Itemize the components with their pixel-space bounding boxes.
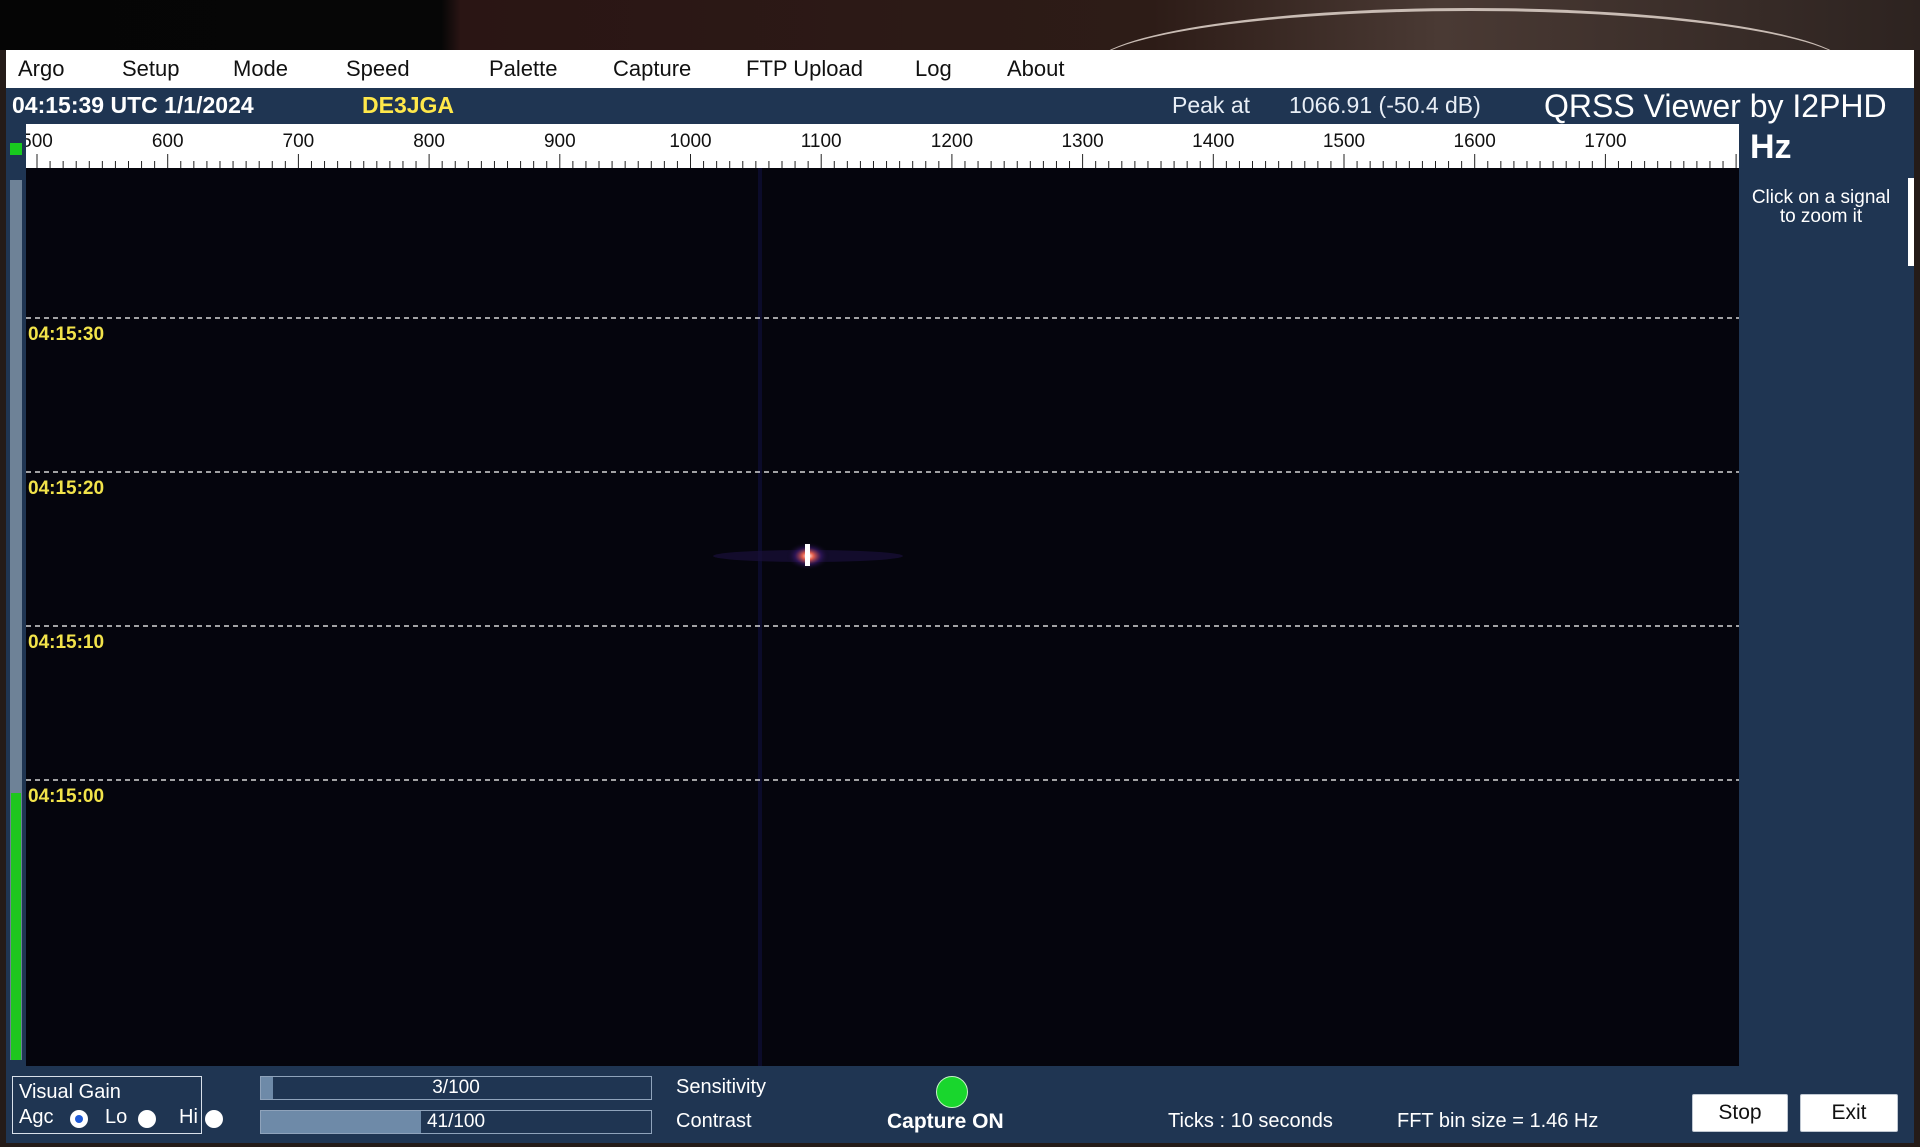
menu-capture[interactable]: Capture [613, 56, 691, 82]
scale-tick-label: 1200 [931, 131, 973, 152]
peak-value: 1066.91 (-50.4 dB) [1289, 92, 1481, 118]
scale-tick-label: 1100 [801, 131, 842, 152]
ticks-info: Ticks : 10 seconds [1168, 1110, 1333, 1132]
agc-radio[interactable] [70, 1110, 88, 1128]
sensitivity-value: 3/100 [432, 1077, 480, 1098]
zoom-hint: Click on a signal to zoom it [1751, 187, 1891, 227]
contrast-slider[interactable]: 41/100 [260, 1110, 652, 1134]
sensitivity-slider[interactable]: 3/100 [260, 1076, 652, 1100]
scale-tick-label: 600 [152, 131, 184, 152]
menu-mode[interactable]: Mode [233, 56, 288, 82]
time-mark-label: 04:15:00 [28, 786, 104, 807]
control-footer: Visual Gain Agc Lo Hi 3/100 Sensitivity … [6, 1066, 1914, 1143]
app-title: QRSS Viewer by I2PHD [1544, 88, 1887, 124]
side-panel-tab[interactable] [1908, 178, 1914, 266]
time-mark-label: 04:15:20 [28, 478, 104, 499]
lo-label: Lo [105, 1106, 128, 1128]
contrast-value: 41/100 [426, 1111, 486, 1132]
menu-about[interactable]: About [1007, 56, 1065, 82]
visual-gain-group: Visual Gain Agc Lo Hi [12, 1076, 223, 1134]
stop-button[interactable]: Stop [1692, 1094, 1788, 1132]
sensitivity-label: Sensitivity [676, 1076, 767, 1098]
capture-status-led[interactable] [936, 1076, 968, 1108]
menu-bar: Argo Setup Mode Speed Palette Capture FT… [6, 50, 1914, 88]
time-mark-label: 04:15:30 [28, 324, 104, 345]
fft-bin-info: FFT bin size = 1.46 Hz [1397, 1110, 1599, 1132]
visual-gain-title: Visual Gain [19, 1081, 121, 1103]
scale-tick-label: 800 [413, 131, 445, 152]
contrast-label: Contrast [676, 1110, 752, 1132]
scale-tick-label: 1500 [1323, 131, 1365, 152]
scale-tick-label: 1600 [1454, 131, 1496, 152]
scale-tick-label: 700 [283, 131, 315, 152]
menu-palette[interactable]: Palette [489, 56, 558, 82]
scale-tick-label: 1400 [1192, 131, 1234, 152]
callsign-label: DE3JGA [362, 92, 455, 118]
scale-unit: Hz [1750, 128, 1792, 166]
status-header: 04:15:39 UTC 1/1/2024 DE3JGA Peak at 106… [6, 88, 1914, 124]
time-mark-label: 04:15:10 [28, 632, 104, 653]
agc-radio-dot [75, 1115, 83, 1123]
exit-button[interactable]: Exit [1800, 1094, 1898, 1132]
frequency-scale-svg: 500 600 700 800 900 1000 1100 1200 1300 1400 1500 1… [26, 131, 1737, 168]
waterfall-display[interactable]: 04:15:30 04:15:20 04:15:10 04:15:00 [26, 168, 1739, 1066]
scale-tick-label: 1000 [669, 131, 711, 152]
scale-tick-label: 500 [26, 131, 53, 152]
hi-radio[interactable] [205, 1110, 223, 1128]
hi-label: Hi [179, 1106, 198, 1128]
capture-status: Capture ON [887, 1110, 1004, 1133]
menu-log[interactable]: Log [915, 56, 952, 82]
scale-tick-label: 1300 [1061, 131, 1103, 152]
utc-clock: 04:15:39 UTC 1/1/2024 [12, 92, 254, 118]
level-indicator-led [10, 143, 22, 155]
menu-ftp-upload[interactable]: FTP Upload [746, 56, 863, 82]
menu-speed[interactable]: Speed [346, 56, 410, 82]
menu-argo[interactable]: Argo [18, 56, 64, 82]
frequency-scale[interactable]: 500 600 700 800 900 1000 1100 1200 1300 1400 1500 1… [26, 124, 1739, 168]
lo-radio[interactable] [138, 1110, 156, 1128]
waterfall-svg: 04:15:30 04:15:20 04:15:10 04:15:00 [26, 168, 1739, 1066]
signal-core [805, 544, 810, 566]
signal-trace-column [758, 168, 762, 1066]
scale-tick-label: 900 [544, 131, 576, 152]
peak-label: Peak at [1172, 92, 1250, 118]
signal-level-fill [11, 793, 21, 1060]
menu-setup[interactable]: Setup [122, 56, 180, 82]
agc-label: Agc [19, 1106, 54, 1128]
scale-tick-label: 1700 [1584, 131, 1626, 152]
qrss-viewer-window: Argo Setup Mode Speed Palette Capture FT… [6, 50, 1914, 1143]
